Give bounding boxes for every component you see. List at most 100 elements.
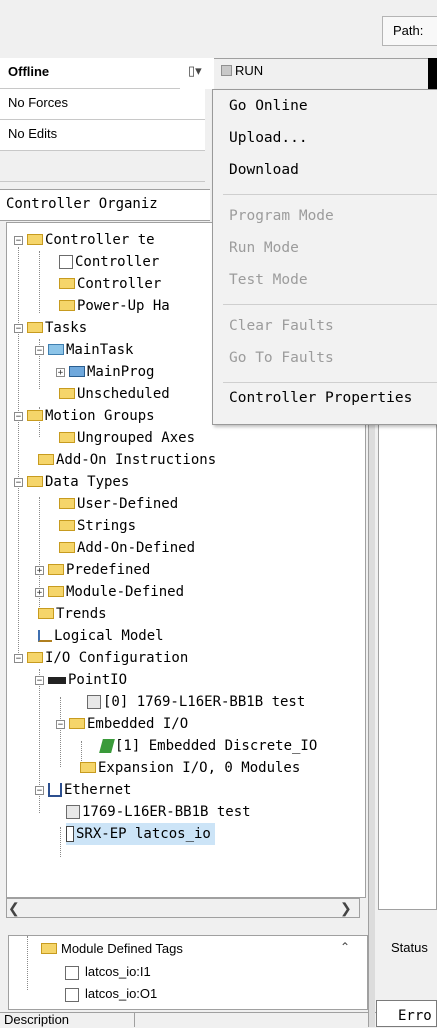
module-defined-tags-node[interactable]: Module Defined Tags	[41, 941, 183, 956]
tree-node-controller-module[interactable]: [0] 1769-L16ER-BB1B test	[87, 691, 305, 713]
menu-item-test-mode[interactable]: Test Mode	[229, 272, 308, 288]
tree-node-unscheduled[interactable]: Unscheduled	[59, 383, 170, 405]
tree-node-controller-fault-handler[interactable]: Controller	[59, 273, 161, 295]
tree-node-controller-tags[interactable]: Controller	[59, 251, 159, 273]
datatype-icon	[59, 541, 75, 553]
folder-icon	[59, 387, 75, 399]
device-icon	[66, 826, 74, 842]
folder-icon	[27, 321, 43, 333]
menu-item-clear-faults[interactable]: Clear Faults	[229, 318, 334, 334]
folder-icon	[38, 453, 54, 465]
editor-pane[interactable]	[378, 400, 437, 910]
menu-item-program-mode[interactable]: Program Mode	[229, 208, 334, 224]
tree-node-ethernet[interactable]: Ethernet	[48, 779, 131, 801]
folder-icon	[59, 299, 75, 311]
tree-node-tasks[interactable]: Tasks	[27, 317, 87, 339]
tree-node-ethernet-controller[interactable]: 1769-L16ER-BB1B test	[66, 801, 251, 823]
tree-node-main-program[interactable]: MainProg	[69, 361, 154, 383]
tree-node-add-on-instructions[interactable]: Add-On Instructions	[38, 449, 216, 471]
folder-icon	[27, 651, 43, 663]
tree-node-controller[interactable]: Controller te	[27, 229, 155, 251]
run-label: RUN	[235, 63, 264, 78]
datatype-icon	[48, 563, 64, 575]
expand-toggle[interactable]: +	[35, 588, 44, 598]
tree-node-trends[interactable]: Trends	[38, 603, 107, 625]
scroll-left-icon[interactable]: ❮	[8, 900, 20, 917]
module-tags-panel[interactable]: Module Defined Tags latcos_io:I1 latcos_…	[8, 935, 368, 1010]
menu-item-download[interactable]: Download	[229, 162, 299, 178]
folder-icon	[27, 233, 43, 245]
doc-edit-icon	[59, 255, 73, 269]
tree-node-power-up-handler[interactable]: Power-Up Ha	[59, 295, 170, 317]
run-indicator-icon	[221, 65, 232, 76]
datatype-icon	[59, 519, 75, 531]
scroll-up-icon[interactable]: ⌃	[340, 940, 350, 954]
tree-node-main-task[interactable]: MainTask	[48, 339, 133, 361]
menu-item-upload[interactable]: Upload...	[229, 130, 308, 146]
menu-separator	[223, 194, 437, 195]
expand-toggle[interactable]: −	[56, 720, 65, 730]
expand-toggle[interactable]: −	[35, 676, 44, 686]
horizontal-scrollbar[interactable]	[6, 898, 360, 918]
menu-item-run-mode[interactable]: Run Mode	[229, 240, 299, 256]
tree-node-srx-ep[interactable]: SRX-EP latcos_io	[66, 823, 215, 845]
status-label: Status	[391, 940, 428, 955]
datatype-icon	[48, 585, 64, 597]
folder-icon	[59, 431, 75, 443]
backplane-icon	[48, 676, 66, 684]
folder-icon	[38, 607, 54, 619]
tree-node-strings[interactable]: Strings	[59, 515, 136, 537]
program-icon	[69, 365, 85, 377]
tree-node-module-defined[interactable]: Module-Defined	[48, 581, 184, 603]
menu-separator	[223, 382, 437, 383]
offline-status: Offline	[8, 64, 50, 79]
doc-edit-icon	[65, 965, 79, 980]
description-label: Description	[4, 1012, 70, 1027]
tree-node-io-configuration[interactable]: I/O Configuration	[27, 647, 188, 669]
scroll-right-icon[interactable]: ❯	[340, 900, 352, 917]
doc-edit-icon	[65, 987, 79, 1002]
module-icon	[66, 805, 80, 819]
tree-node-data-types[interactable]: Data Types	[27, 471, 129, 493]
menu-item-go-online[interactable]: Go Online	[229, 98, 308, 114]
folder-icon	[59, 277, 75, 289]
folder-icon	[27, 409, 43, 421]
expand-toggle[interactable]: −	[14, 412, 23, 422]
folder-icon	[27, 475, 43, 487]
menu-item-go-to-faults[interactable]: Go To Faults	[229, 350, 334, 366]
tree-node-motion-groups[interactable]: Motion Groups	[27, 405, 155, 427]
folder-icon	[69, 717, 85, 729]
tag-item[interactable]: latcos_io:I1	[65, 964, 151, 980]
folder-icon	[80, 761, 96, 773]
errors-tab-label: Erro	[398, 1008, 432, 1024]
tree-node-embedded-discrete[interactable]: [1] Embedded Discrete_IO	[99, 735, 317, 757]
tree-node-expansion-io[interactable]: Expansion I/O, 0 Modules	[80, 757, 300, 779]
forces-status: No Forces	[8, 95, 68, 110]
expand-toggle[interactable]: −	[14, 236, 23, 246]
tree-node-add-on-defined[interactable]: Add-On-Defined	[59, 537, 195, 559]
expand-toggle[interactable]: −	[14, 478, 23, 488]
tree-node-predefined[interactable]: Predefined	[48, 559, 150, 581]
task-icon	[48, 343, 64, 355]
tree-node-point-io[interactable]: PointIO	[48, 669, 127, 691]
expand-toggle[interactable]: −	[35, 346, 44, 356]
expand-toggle[interactable]: −	[14, 324, 23, 334]
tree-node-user-defined[interactable]: User-Defined	[59, 493, 178, 515]
tree-node-logical-model[interactable]: Logical Model	[38, 625, 164, 647]
discrete-io-icon	[99, 739, 115, 753]
toolbar-area	[0, 0, 437, 59]
edits-status: No Edits	[8, 126, 58, 141]
expand-toggle[interactable]: −	[14, 654, 23, 664]
tree-node-ungrouped-axes[interactable]: Ungrouped Axes	[59, 427, 195, 449]
path-label: Path:	[393, 23, 424, 38]
menu-separator	[223, 304, 437, 305]
tag-item[interactable]: latcos_io:O1	[65, 986, 157, 1002]
online-context-menu[interactable]: Go Online Upload... Download Program Mod…	[212, 89, 437, 425]
expand-toggle[interactable]: +	[56, 368, 65, 378]
mode-dropdown-icon[interactable]: ▯▾	[188, 63, 202, 79]
expand-toggle[interactable]: +	[35, 566, 44, 576]
expand-toggle[interactable]: −	[35, 786, 44, 796]
status-blank-row	[0, 151, 205, 182]
tree-node-embedded-io[interactable]: Embedded I/O	[69, 713, 188, 735]
menu-item-controller-properties[interactable]: Controller Properties	[229, 390, 412, 406]
